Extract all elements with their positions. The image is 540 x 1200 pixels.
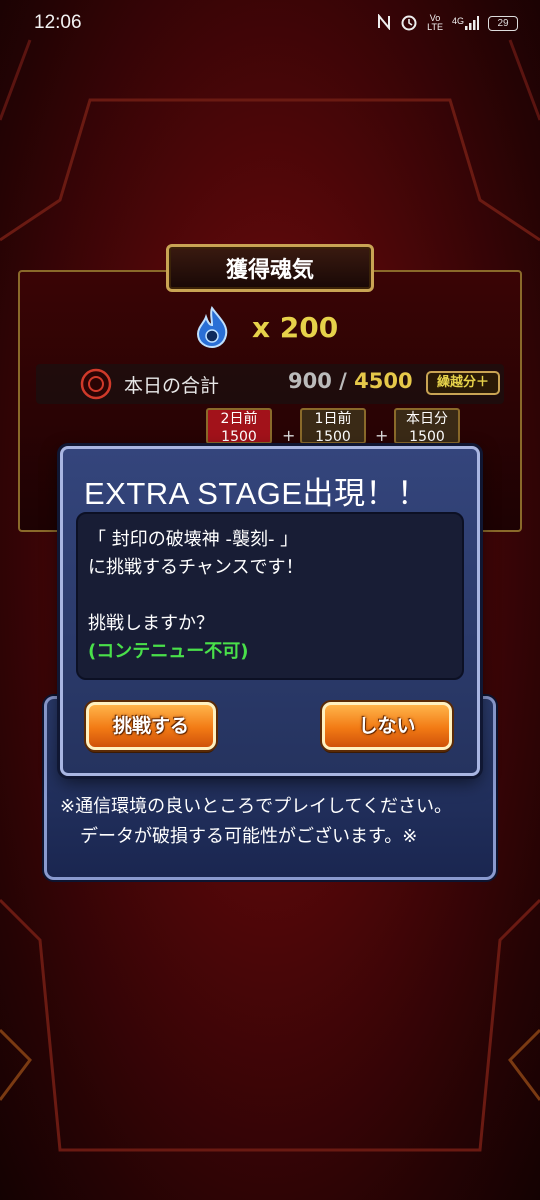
daily-total-separator: /: [339, 369, 347, 393]
soul-row: x 200: [190, 305, 338, 349]
no-continue-note: (コンテニュー不可): [88, 641, 249, 662]
soul-flame-icon: [196, 305, 228, 349]
daily-total-value: 900 / 4500: [288, 369, 413, 393]
decline-button[interactable]: しない: [322, 702, 452, 750]
daily-total-current: 900: [288, 369, 332, 393]
alarm-icon: [400, 13, 418, 34]
connection-notice: ※通信環境の良いところでプレイしてください。 データが破損する可能性がございます…: [60, 792, 490, 852]
nfc-icon: [377, 12, 391, 33]
carry-over-badge: 繰越分＋: [426, 371, 500, 395]
soul-count: x 200: [252, 310, 339, 344]
day-box-2-days-ago: 2日前 1500: [206, 408, 272, 445]
plus-sign: +: [375, 426, 389, 445]
status-icons: Vo LTE 4G 29: [377, 12, 518, 34]
challenge-button[interactable]: 挑戦する: [86, 702, 216, 750]
status-time: 12:06: [34, 12, 82, 33]
plus-sign: +: [282, 426, 296, 445]
message-line-2: に挑戦するチャンスです！: [88, 557, 304, 578]
seal-icon: [80, 368, 112, 400]
dialog-message: 「 封印の破壊神 -襲刻- 」 に挑戦するチャンスです！ 挑戦しますか？ (コン…: [76, 512, 464, 680]
reward-title: 獲得魂気: [166, 244, 374, 292]
message-question: 挑戦しますか？: [88, 613, 214, 634]
volte-icon: Vo LTE: [427, 13, 443, 32]
status-bar: 12:06 Vo LTE 4G 29: [0, 0, 540, 46]
daily-total-label: 本日の合計: [124, 375, 220, 397]
message-line-1: 「 封印の破壊神 -襲刻- 」: [88, 529, 299, 550]
notice-line-2: データが破損する可能性がございます。※: [80, 826, 418, 847]
battery-icon: 29: [488, 15, 518, 31]
daily-total-max: 4500: [354, 369, 413, 393]
network-label: 4G: [451, 16, 464, 26]
day-box-today: 本日分 1500: [394, 408, 460, 445]
notice-line-1: ※通信環境の良いところでプレイしてください。: [60, 796, 452, 817]
dialog-title: EXTRA STAGE出現！！: [84, 476, 429, 511]
signal-4g-icon: 4G: [452, 16, 479, 30]
day-box-1-day-ago: 1日前 1500: [300, 408, 366, 445]
